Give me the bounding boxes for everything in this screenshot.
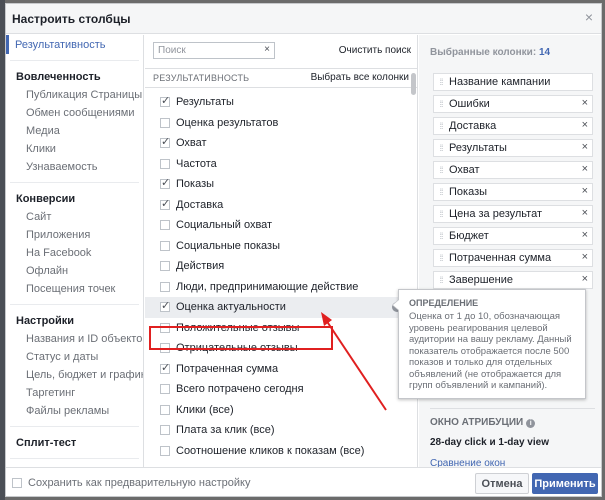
arrow-head — [321, 312, 332, 326]
arrow-shaft — [325, 319, 387, 411]
annotation-arrow — [321, 312, 387, 411]
